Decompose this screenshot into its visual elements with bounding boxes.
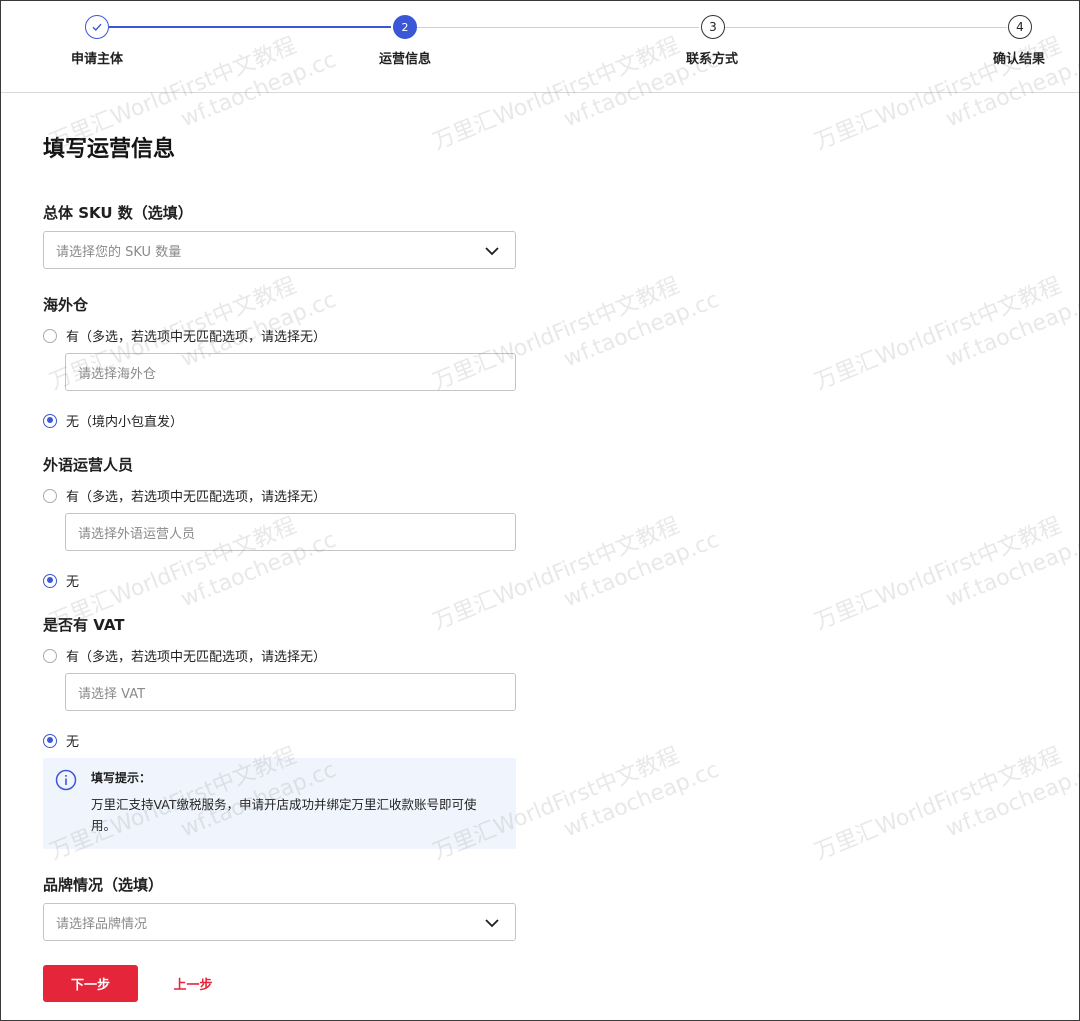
sku-select[interactable]: 请选择您的 SKU 数量 <box>43 231 516 269</box>
vat-no-radio[interactable] <box>43 733 57 748</box>
step-1-check-icon <box>85 15 109 39</box>
vat-yes-label: 有（多选，若选项中无匹配选项，请选择无） <box>66 650 327 665</box>
next-step-button[interactable]: 下一步 <box>43 965 138 1002</box>
warehouse-yes-label: 有（多选，若选项中无匹配选项，请选择无） <box>66 330 327 345</box>
info-icon <box>55 769 77 791</box>
step-2-indicator: 2 <box>393 15 417 39</box>
watermark-line-2: wf.taocheap.cc <box>942 757 1080 843</box>
step-4-indicator: 4 <box>1008 15 1032 39</box>
staff-label: 外语运营人员 <box>43 456 134 474</box>
step-3-label: 联系方式 <box>686 52 739 67</box>
warehouse-no-label: 无（境内小包直发） <box>66 415 184 430</box>
step-2-label: 运营信息 <box>379 52 432 67</box>
vat-option-yes[interactable]: 有（多选，若选项中无匹配选项，请选择无） <box>43 646 326 665</box>
warehouse-label: 海外仓 <box>43 296 89 314</box>
staff-yes-radio[interactable] <box>43 488 57 503</box>
staff-yes-label: 有（多选，若选项中无匹配选项，请选择无） <box>66 490 327 505</box>
warehouse-input-placeholder: 请选择海外仓 <box>78 366 157 382</box>
brand-label: 品牌情况（选填） <box>43 876 164 894</box>
watermark-line-1: 万里汇WorldFirst中文教程 <box>811 743 1065 866</box>
progress-stepper: 2 3 4 申请主体 运营信息 联系方式 确认结果 <box>1 1 1079 93</box>
watermark-line-1: 万里汇WorldFirst中文教程 <box>811 273 1065 396</box>
previous-step-button[interactable]: 上一步 <box>161 965 225 1002</box>
warehouse-option-no[interactable]: 无（境内小包直发） <box>43 411 183 430</box>
sku-label: 总体 SKU 数（选填） <box>43 204 193 222</box>
staff-option-no[interactable]: 无 <box>43 571 79 590</box>
vat-input-placeholder: 请选择 VAT <box>78 686 146 702</box>
step-connector-2 <box>417 27 699 28</box>
watermark-line-2: wf.taocheap.cc <box>942 527 1080 613</box>
step-connector-3 <box>725 27 1007 28</box>
warehouse-option-yes[interactable]: 有（多选，若选项中无匹配选项，请选择无） <box>43 326 326 345</box>
vat-no-label: 无 <box>66 735 80 750</box>
vat-label: 是否有 VAT <box>43 616 125 634</box>
step-3-indicator: 3 <box>701 15 725 39</box>
staff-no-label: 无 <box>66 575 80 590</box>
vat-yes-radio[interactable] <box>43 648 57 663</box>
step-4-label: 确认结果 <box>993 52 1046 67</box>
watermark-text: 万里汇WorldFirst中文教程 wf.taocheap.cc <box>811 261 1080 423</box>
page-title: 填写运营信息 <box>43 137 176 162</box>
staff-no-radio[interactable] <box>43 573 57 588</box>
vat-option-no[interactable]: 无 <box>43 731 79 750</box>
tip-text: 万里汇支持VAT缴税服务，申请开店成功并绑定万里汇收款账号即可使用。 <box>91 797 477 833</box>
staff-option-yes[interactable]: 有（多选，若选项中无匹配选项，请选择无） <box>43 486 326 505</box>
watermark-line-2: wf.taocheap.cc <box>942 287 1080 373</box>
brand-select-placeholder: 请选择品牌情况 <box>56 916 148 932</box>
watermark-text: 万里汇WorldFirst中文教程 wf.taocheap.cc <box>429 261 723 423</box>
warehouse-input[interactable]: 请选择海外仓 <box>65 353 516 391</box>
sku-select-placeholder: 请选择您的 SKU 数量 <box>56 244 182 260</box>
chevron-down-icon <box>485 247 499 256</box>
watermark-text: 万里汇WorldFirst中文教程 wf.taocheap.cc <box>811 501 1080 663</box>
watermark-line-1: 万里汇WorldFirst中文教程 <box>811 513 1065 636</box>
staff-input[interactable]: 请选择外语运营人员 <box>65 513 516 551</box>
step-1-label: 申请主体 <box>71 52 124 67</box>
page-frame: 2 3 4 申请主体 运营信息 联系方式 确认结果 填写运营信息 总体 SKU … <box>0 0 1080 1021</box>
tip-title: 填写提示： <box>91 771 152 785</box>
step-connector-1 <box>109 26 391 28</box>
staff-input-placeholder: 请选择外语运营人员 <box>78 526 196 542</box>
brand-select[interactable]: 请选择品牌情况 <box>43 903 516 941</box>
watermark-text: 万里汇WorldFirst中文教程 wf.taocheap.cc <box>811 731 1080 893</box>
tip-box: 填写提示： 万里汇支持VAT缴税服务，申请开店成功并绑定万里汇收款账号即可使用。 <box>43 758 516 849</box>
warehouse-no-radio[interactable] <box>43 413 57 428</box>
chevron-down-icon <box>485 919 499 928</box>
warehouse-yes-radio[interactable] <box>43 328 57 343</box>
vat-input[interactable]: 请选择 VAT <box>65 673 516 711</box>
